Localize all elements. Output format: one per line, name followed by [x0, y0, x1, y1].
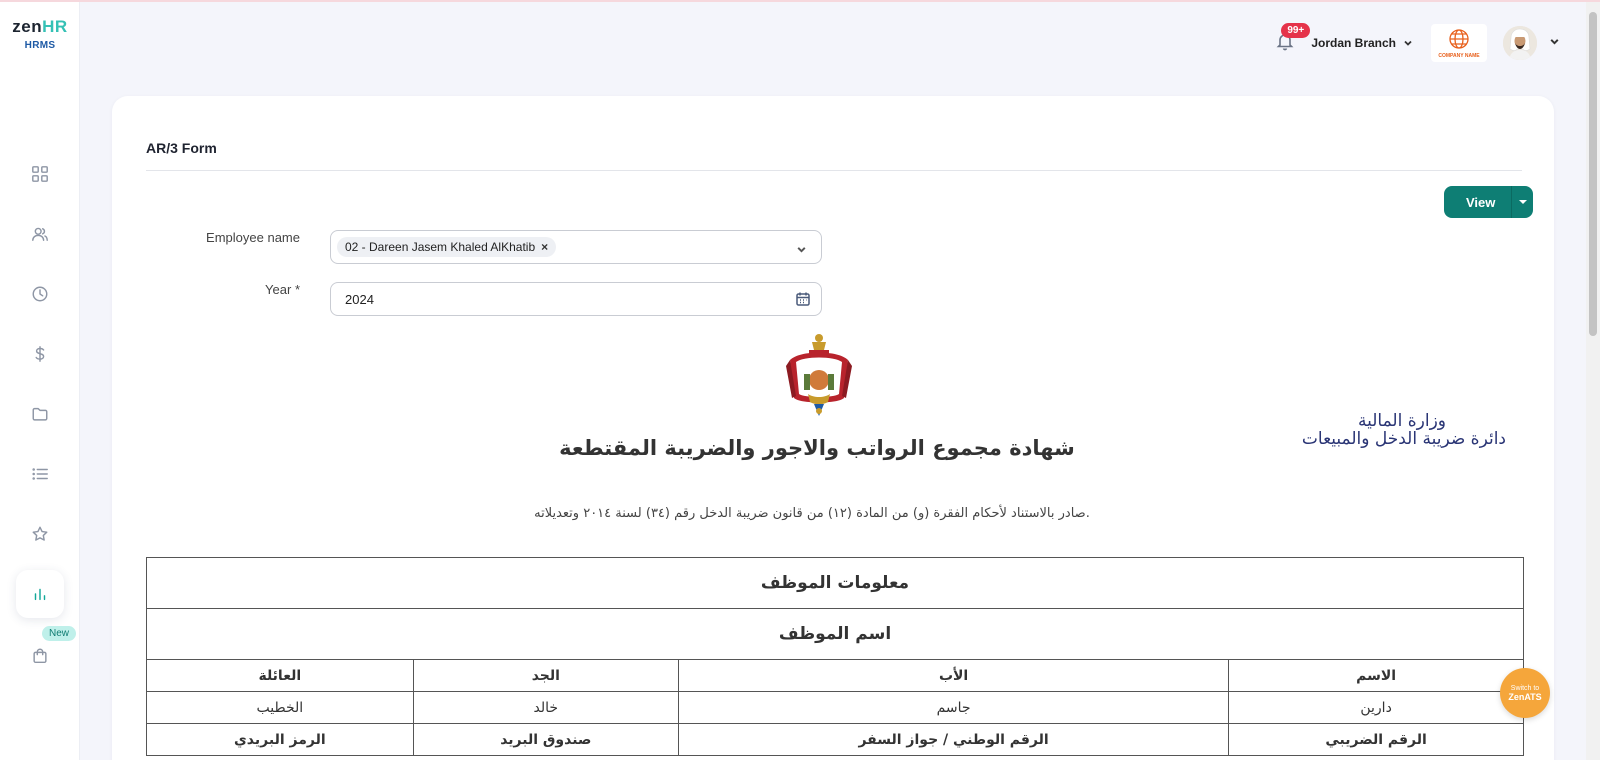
- sidebar-item-favorites[interactable]: [16, 510, 64, 558]
- sidebar-item-reports[interactable]: [16, 570, 64, 618]
- clock-icon: [32, 286, 48, 302]
- shopping-bag-icon: [33, 648, 47, 664]
- header-postal-code: الرمز البريدي: [146, 723, 414, 756]
- caret-down-icon: [1518, 200, 1527, 204]
- department-name: دائرة ضريبة الدخل والمبيعات: [1301, 429, 1506, 449]
- app-logo[interactable]: zenHR HRMS: [10, 17, 70, 52]
- sidebar-item-dashboard[interactable]: [16, 150, 64, 198]
- dollar-icon: [35, 346, 45, 362]
- grid-icon: [32, 166, 48, 182]
- table-row: دارين جاسم خالد الخطيب: [146, 691, 1524, 724]
- employee-chip-label: 02 - Dareen Jasem Khaled AlKhatib: [345, 240, 536, 254]
- switch-to-zenats-button[interactable]: Switch to ZenATS: [1500, 668, 1550, 718]
- users-icon: [32, 227, 48, 242]
- profile-menu-toggle[interactable]: [1549, 34, 1560, 52]
- header-po-box: صندوق البريد: [412, 723, 680, 756]
- employee-name-label: Employee name: [206, 230, 300, 245]
- sidebar-item-store[interactable]: [16, 632, 64, 680]
- chevron-down-icon: [797, 247, 806, 253]
- employee-info-table: معلومات الموظف اسم الموظف الاسم الأب الج…: [146, 557, 1524, 756]
- table-section-row: معلومات الموظف: [146, 557, 1524, 609]
- chevron-down-icon: [1550, 39, 1559, 45]
- sidebar-item-lists[interactable]: [16, 450, 64, 498]
- switch-ats-line2: ZenATS: [1508, 691, 1542, 702]
- avatar-image: [1503, 26, 1537, 60]
- branch-selector[interactable]: Jordan Branch: [1311, 36, 1413, 50]
- select-chevron[interactable]: [796, 242, 807, 260]
- folder-icon: [32, 407, 48, 421]
- globe-icon: [1449, 28, 1469, 49]
- sidebar-item-time[interactable]: [16, 270, 64, 318]
- page-scrollbar[interactable]: [1586, 2, 1600, 760]
- section-employee-info: معلومات الموظف: [146, 557, 1524, 609]
- company-name: COMPANY NAME: [1438, 52, 1480, 59]
- view-dropdown-toggle[interactable]: [1511, 186, 1534, 218]
- list-icon: [32, 468, 48, 480]
- sidebar-item-documents[interactable]: [16, 390, 64, 438]
- ministry-name: وزارة المالية: [1358, 411, 1446, 431]
- notifications-button[interactable]: 99+: [1275, 23, 1311, 55]
- switch-ats-line1: Switch to: [1510, 684, 1540, 692]
- value-grandfather-name: خالد: [412, 691, 680, 724]
- employee-select[interactable]: 02 - Dareen Jasem Khaled AlKhatib ×: [330, 230, 822, 264]
- sidebar-item-payroll[interactable]: [16, 330, 64, 378]
- header-first-name: الاسم: [1228, 659, 1524, 692]
- view-button[interactable]: View: [1444, 186, 1512, 218]
- title-divider: [146, 170, 1522, 171]
- section-employee-name: اسم الموظف: [146, 608, 1524, 660]
- company-logo[interactable]: COMPANY NAME: [1431, 24, 1487, 62]
- value-first-name: دارين: [1228, 691, 1524, 724]
- page-title: AR/3 Form: [146, 140, 217, 156]
- year-input[interactable]: 2024: [330, 282, 822, 316]
- chevron-down-icon: [1404, 40, 1412, 46]
- ministry-header: وزارة المالية دائرة ضريبة الدخل والمبيعا…: [1206, 412, 1506, 448]
- logo-subtitle: HRMS: [24, 40, 56, 51]
- notification-count-badge: 99+: [1281, 23, 1311, 38]
- header-family-name: العائلة: [146, 659, 414, 692]
- branch-label: Jordan Branch: [1311, 36, 1396, 50]
- certificate-title: شهادة مجموع الرواتب والاجور والضريبة الم…: [559, 436, 1075, 460]
- user-avatar[interactable]: [1503, 26, 1537, 60]
- star-icon: [32, 526, 48, 541]
- value-family-name: الخطيب: [146, 691, 414, 724]
- value-father-name: جاسم: [678, 691, 1230, 724]
- certificate-legal-basis: صادر بالاستناد لأحكام الفقرة (و) من الما…: [534, 506, 1090, 521]
- sidebar: zenHR HRMS New: [0, 2, 80, 760]
- header-national-id: الرقم الوطني / جواز السفر: [678, 723, 1230, 756]
- jordan-coat-of-arms-emblem: [786, 334, 852, 416]
- bar-chart-icon: [34, 588, 46, 601]
- calendar-icon: [796, 292, 810, 306]
- year-label: Year *: [265, 282, 300, 297]
- chip-remove-button[interactable]: ×: [541, 240, 548, 254]
- table-header-row: الاسم الأب الجد العائلة: [146, 659, 1524, 692]
- sidebar-item-people[interactable]: [16, 210, 64, 258]
- year-value: 2024: [345, 291, 374, 307]
- main-card: AR/3 Form View Employee name 02 - Dareen…: [112, 96, 1554, 760]
- header-tax-number: الرقم الضريبي: [1228, 723, 1524, 756]
- logo-word: zenHR: [12, 17, 68, 36]
- table-section-row: اسم الموظف: [146, 608, 1524, 660]
- table-header-row: الرقم الضريبي الرقم الوطني / جواز السفر …: [146, 723, 1524, 756]
- calendar-button[interactable]: [795, 291, 811, 310]
- header-grandfather-name: الجد: [412, 659, 680, 692]
- employee-chip: 02 - Dareen Jasem Khaled AlKhatib ×: [337, 237, 557, 257]
- scrollbar-thumb[interactable]: [1589, 12, 1597, 336]
- header-actions: 99+ Jordan Branch COMPANY NAME: [1275, 22, 1560, 64]
- top-accent-line: [0, 0, 1600, 2]
- header-father-name: الأب: [678, 659, 1230, 692]
- view-button-group: View: [1444, 186, 1534, 218]
